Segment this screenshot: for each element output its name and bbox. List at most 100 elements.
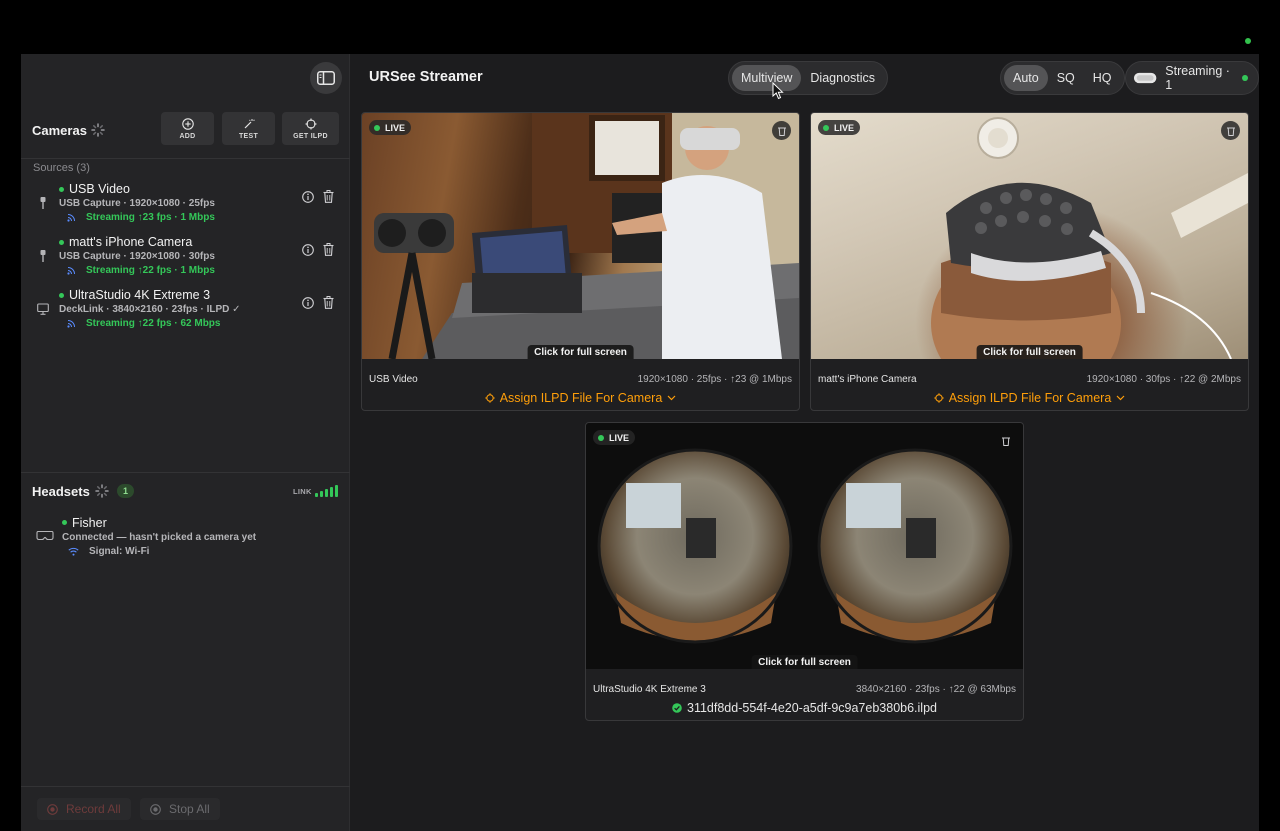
camera-name: USB Video	[369, 374, 418, 385]
streaming-status-button[interactable]: Streaming · 1	[1125, 61, 1259, 95]
get-ilpd-button[interactable]: GET ILPD	[282, 112, 339, 145]
fullscreen-hint: Click for full screen	[751, 655, 858, 669]
cameras-header: Cameras ADD TEST GET ILPD	[21, 112, 350, 158]
live-label: LIVE	[834, 122, 855, 133]
headsets-title: Headsets	[32, 484, 90, 499]
checkmark-circle-icon	[672, 703, 682, 713]
assign-ilpd-button[interactable]: Assign ILPD File For Camera	[362, 391, 799, 405]
source-name: matt's iPhone Camera	[69, 235, 193, 249]
online-dot	[59, 293, 64, 298]
headset-signal: Signal: Wi-Fi	[68, 546, 149, 557]
source-detail: USB Capture · 1920×1080 · 30fps	[59, 251, 215, 262]
camera-stats: 1920×1080 · 30fps · ↑22 @ 2Mbps	[1086, 374, 1241, 385]
record-all-button[interactable]: Record All	[37, 798, 131, 820]
online-dot	[62, 520, 67, 525]
ilpd-file-label: 311df8dd-554f-4e20-a5df-9c9a7eb380b6.ilp…	[586, 701, 1023, 715]
source-stream-status: Streaming ↑23 fps · 1 Mbps	[67, 212, 215, 223]
add-camera-button[interactable]: ADD	[161, 112, 214, 145]
live-badge: LIVE	[369, 120, 412, 135]
remove-camera-button[interactable]	[772, 121, 791, 140]
video-frame	[597, 448, 1013, 644]
divider	[21, 158, 350, 159]
usb-plug-icon	[40, 197, 46, 209]
quality-auto[interactable]: Auto	[1004, 65, 1048, 91]
streaming-status-text: Streaming · 1	[1165, 64, 1230, 92]
source-item-ultrastudio[interactable]: UltraStudio 4K Extreme 3 DeckLink · 3840…	[21, 288, 350, 338]
trash-icon[interactable]	[323, 296, 334, 309]
headset-signal-text: Signal: Wi-Fi	[89, 546, 150, 557]
trash-icon	[1001, 437, 1010, 446]
trash-icon[interactable]	[323, 243, 334, 256]
loading-spinner-icon	[91, 123, 105, 137]
source-stream-status: Streaming ↑22 fps · 1 Mbps	[67, 265, 215, 276]
source-stream-text: Streaming ↑22 fps · 62 Mbps	[86, 318, 221, 329]
remove-camera-button[interactable]	[996, 431, 1015, 450]
source-detail: DeckLink · 3840×2160 · 23fps · ILPD ✓	[59, 304, 241, 315]
vr-headset-icon	[36, 530, 54, 541]
broadcast-icon	[67, 267, 75, 275]
headset-count-badge: 1	[117, 484, 134, 498]
info-icon[interactable]	[302, 191, 314, 203]
fullscreen-hint: Click for full screen	[527, 345, 634, 359]
info-icon[interactable]	[302, 297, 314, 309]
trash-icon	[1226, 127, 1235, 136]
record-all-label: Record All	[66, 802, 121, 816]
source-stream-status: Streaming ↑22 fps · 62 Mbps	[67, 318, 220, 329]
camera-card-iphone: LIVE Click for full screen matt's iPhone…	[810, 112, 1249, 411]
video-frame	[931, 117, 1248, 359]
trash-icon	[777, 127, 786, 136]
source-name: USB Video	[69, 182, 130, 196]
ilpd-file-name: 311df8dd-554f-4e20-a5df-9c9a7eb380b6.ilp…	[687, 701, 937, 715]
broadcast-icon	[67, 320, 75, 328]
chevron-down-icon	[667, 395, 676, 401]
quality-hq[interactable]: HQ	[1084, 65, 1121, 91]
source-item-iphone-camera[interactable]: matt's iPhone Camera USB Capture · 1920×…	[21, 235, 350, 285]
test-label: TEST	[238, 132, 259, 140]
loading-spinner-icon	[95, 484, 109, 498]
source-stream-text: Streaming ↑22 fps · 1 Mbps	[86, 265, 215, 276]
crosshair-icon	[485, 393, 495, 403]
headset-status: Connected — hasn't picked a camera yet	[62, 532, 257, 543]
live-label: LIVE	[385, 122, 406, 133]
broadcast-icon	[67, 214, 75, 222]
fullscreen-hint: Click for full screen	[976, 345, 1083, 359]
quality-sq[interactable]: SQ	[1048, 65, 1084, 91]
assign-ilpd-button[interactable]: Assign ILPD File For Camera	[811, 391, 1248, 405]
remove-camera-button[interactable]	[1221, 121, 1240, 140]
link-label: LINK	[293, 487, 312, 496]
camera-stats: 1920×1080 · 25fps · ↑23 @ 1Mbps	[637, 374, 792, 385]
live-badge: LIVE	[593, 430, 636, 445]
video-preview[interactable]: LIVE Click for full screen	[811, 113, 1248, 359]
test-button[interactable]: TEST	[222, 112, 275, 145]
crosshair-icon	[305, 118, 316, 129]
source-item-usb-video[interactable]: USB Video USB Capture · 1920×1080 · 25fp…	[21, 182, 350, 232]
video-preview[interactable]: LIVE Click for full screen	[362, 113, 799, 359]
link-strength-icon	[315, 484, 341, 497]
quality-switcher: Auto SQ HQ	[1000, 61, 1125, 95]
sidebar: Cameras ADD TEST GET ILPD Sources (3) US…	[21, 54, 350, 831]
tab-multiview[interactable]: Multiview	[732, 65, 802, 91]
plus-circle-icon	[181, 117, 194, 130]
get-ilpd-label: GET ILPD	[293, 132, 328, 140]
tab-diagnostics[interactable]: Diagnostics	[801, 65, 884, 91]
video-preview[interactable]: LIVE Click for full screen	[586, 423, 1023, 669]
source-stream-text: Streaming ↑23 fps · 1 Mbps	[86, 212, 215, 223]
live-badge: LIVE	[818, 120, 861, 135]
stop-all-button[interactable]: Stop All	[140, 798, 220, 820]
camera-name: matt's iPhone Camera	[818, 374, 917, 385]
crosshair-icon	[934, 393, 944, 403]
sidebar-toggle-button[interactable]	[310, 62, 342, 94]
video-frame	[374, 113, 799, 359]
camera-card-ultrastudio: LIVE Click for full screen UltraStudio 4…	[585, 422, 1024, 721]
live-label: LIVE	[609, 432, 630, 443]
stop-icon	[150, 803, 161, 815]
usb-plug-icon	[40, 250, 46, 262]
app-title: URSee Streamer	[369, 69, 483, 85]
status-indicator-dot	[1245, 38, 1251, 44]
headset-item-fisher[interactable]: Fisher Connected — hasn't picked a camer…	[21, 516, 350, 562]
info-icon[interactable]	[302, 244, 314, 256]
divider	[21, 786, 350, 787]
stop-all-label: Stop All	[169, 802, 210, 816]
source-name: UltraStudio 4K Extreme 3	[69, 288, 211, 302]
trash-icon[interactable]	[323, 190, 334, 203]
